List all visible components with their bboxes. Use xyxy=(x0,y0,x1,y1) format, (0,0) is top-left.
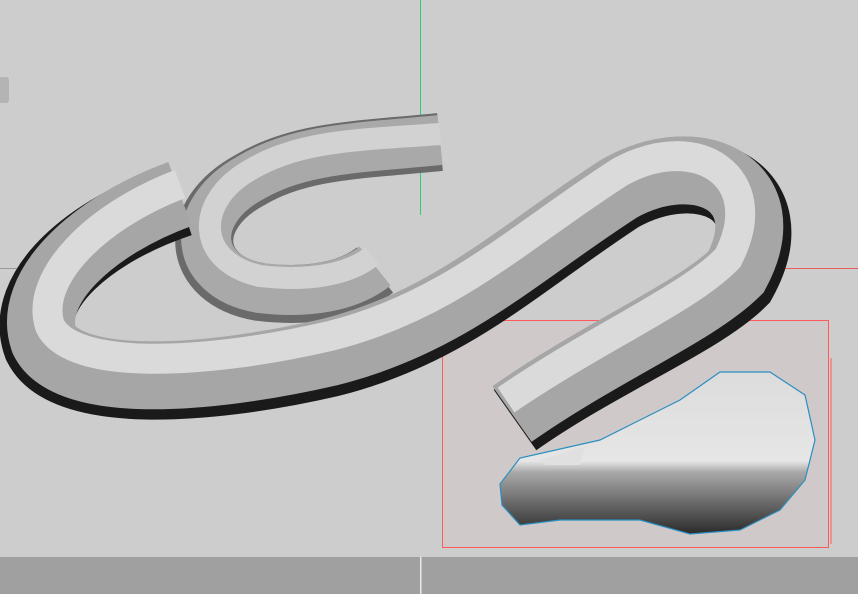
3d-viewport[interactable] xyxy=(0,0,858,594)
hook-tube-mesh[interactable] xyxy=(175,113,443,323)
bottom-panel xyxy=(0,557,858,594)
axis-line-extension xyxy=(420,557,422,594)
panel-toggle-icon[interactable] xyxy=(0,77,9,103)
s-tube-mesh[interactable] xyxy=(0,136,792,451)
